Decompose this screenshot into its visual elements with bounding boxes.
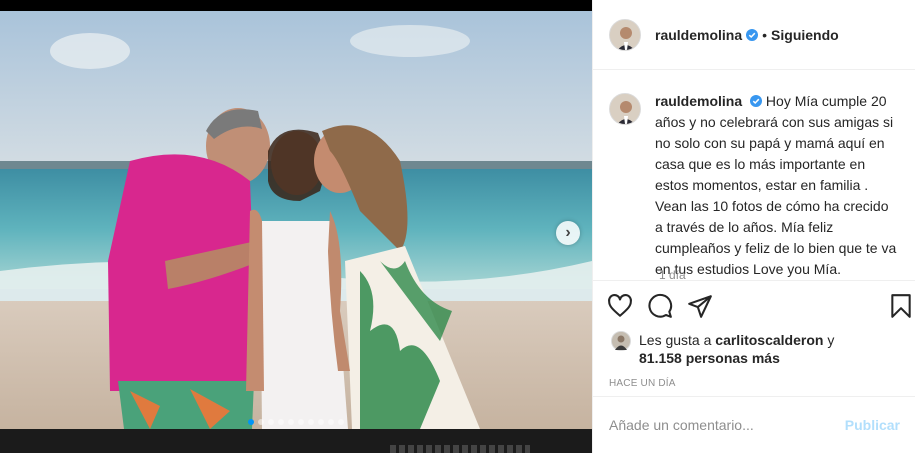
following-button[interactable]: Siguiendo [771,27,839,43]
avatar[interactable] [609,93,641,125]
caption: rauldemolina Hoy Mía cumple 20 años y no… [609,91,900,280]
avatar[interactable] [609,18,641,51]
carousel-dot [308,419,314,425]
separator: • [762,26,768,43]
avatar-image [610,19,640,50]
comment-icon[interactable] [647,293,673,319]
carousel-next-button[interactable]: › [556,221,580,245]
caption-text-block: rauldemolina Hoy Mía cumple 20 años y no… [655,91,900,280]
carousel-dot [298,419,304,425]
carousel-dot [278,419,284,425]
comments-section: rauldemolina Hoy Mía cumple 20 años y no… [593,71,915,280]
verified-badge-icon [750,95,763,107]
likes-prefix: Les gusta a [639,332,712,348]
liker-avatar-image [612,332,630,350]
avatar-image [610,94,640,124]
background-strip [0,429,592,453]
liker-username[interactable]: carlitoscalderon [715,332,823,348]
bookmark-icon[interactable] [888,293,914,319]
comment-form: Publicar [593,396,915,453]
carousel-dot [268,419,274,425]
carousel-dot [258,419,264,425]
beach-family-photo [0,11,592,429]
chevron-right-icon: › [565,224,571,241]
caption-username[interactable]: rauldemolina [655,93,742,109]
post-timestamp[interactable]: HACE UN DÍA [593,378,915,389]
carousel-indicator [0,419,592,425]
publish-button[interactable]: Publicar [845,417,900,433]
verified-badge-icon [746,28,759,41]
caption-time[interactable]: 1 día [659,268,686,280]
carousel-dot [338,419,344,425]
post-header: rauldemolina • Siguiendo [593,0,915,70]
share-icon[interactable] [687,293,713,319]
likes-summary: Les gusta a carlitoscalderon y 81.158 pe… [593,331,915,367]
post-actions-area: Les gusta a carlitoscalderon y 81.158 pe… [593,280,915,396]
liker-avatar[interactable] [611,331,631,351]
likes-text: Les gusta a carlitoscalderon y 81.158 pe… [639,331,834,367]
heart-icon[interactable] [607,293,633,319]
action-bar [593,281,915,331]
comment-input[interactable] [609,417,845,433]
carousel-dot [318,419,324,425]
carousel-dot [288,419,294,425]
background-blur-text [390,445,530,453]
caption-text: Hoy Mía cumple 20 años y no celebrará co… [655,93,897,277]
post-side-panel: rauldemolina • Siguiendo rauldemolina Ho… [592,0,915,453]
likes-count[interactable]: 81.158 personas más [639,350,780,366]
post-author-username[interactable]: rauldemolina [655,27,742,43]
carousel-dot [328,419,334,425]
likes-and: y [827,332,835,348]
post-media: › [0,0,592,453]
post-photo[interactable]: › [0,11,592,429]
carousel-dot [248,419,254,425]
